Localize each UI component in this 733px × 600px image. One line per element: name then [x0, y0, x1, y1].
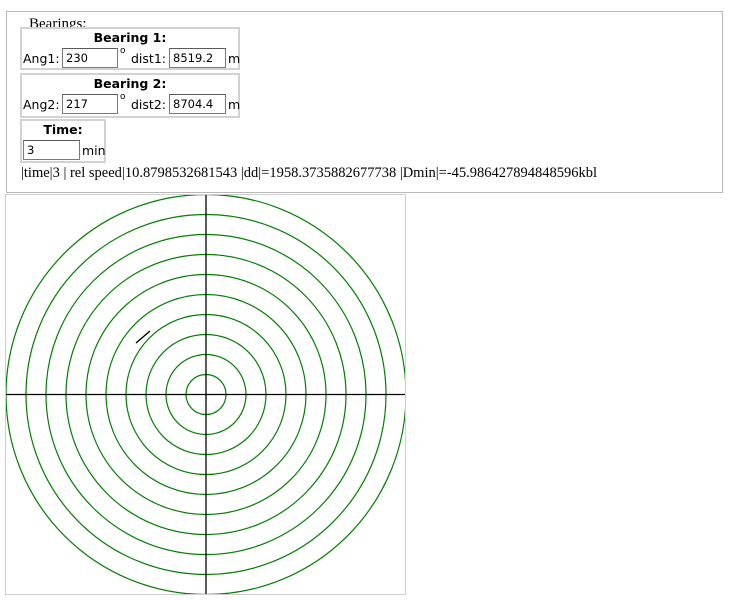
dist2-label: dist2: — [131, 97, 166, 112]
ang1-input[interactable] — [62, 48, 118, 68]
degree-symbol: o — [120, 92, 126, 102]
result-dd-label: |dd|= — [237, 165, 270, 181]
result-dmin-unit: kbl — [578, 165, 598, 181]
time-group: Time: min — [20, 119, 106, 163]
dist2-unit: m — [228, 97, 241, 112]
result-time-label: |time| — [21, 165, 53, 181]
ang2-input[interactable] — [62, 94, 118, 114]
dist1-input[interactable] — [169, 48, 226, 68]
result-line: |time|3 | rel speed|10.8798532681543 |dd… — [21, 165, 597, 182]
bearing1-group: Bearing 1: Ang1: o dist1: m — [20, 27, 240, 70]
result-dmin-label: |Dmin|= — [396, 165, 447, 181]
dist1-label: dist1: — [131, 51, 166, 66]
bearing2-title: Bearing 2: — [93, 76, 167, 91]
bearing2-group: Bearing 2: Ang2: o dist2: m — [20, 73, 240, 118]
result-time-value: 3 — [52, 165, 60, 181]
result-speed-label: | rel speed| — [59, 165, 125, 181]
radar-canvas[interactable] — [5, 194, 406, 595]
ang1-label: Ang1: — [23, 51, 60, 66]
dist2-input[interactable] — [169, 94, 226, 114]
result-speed-value: 10.8798532681543 — [124, 165, 238, 181]
dist1-unit: m — [228, 51, 241, 66]
degree-symbol: o — [120, 46, 126, 56]
bearing1-title: Bearing 1: — [93, 30, 167, 45]
radar-track-segment — [135, 330, 151, 344]
time-unit: min — [82, 143, 106, 158]
time-input[interactable] — [23, 140, 80, 160]
result-dd-value: 1958.3735882677738 — [269, 165, 397, 181]
radar-plot — [6, 195, 405, 594]
time-title: Time: — [43, 122, 83, 137]
ang2-label: Ang2: — [23, 97, 60, 112]
result-dmin-value: -45.986427894848596 — [446, 165, 579, 181]
